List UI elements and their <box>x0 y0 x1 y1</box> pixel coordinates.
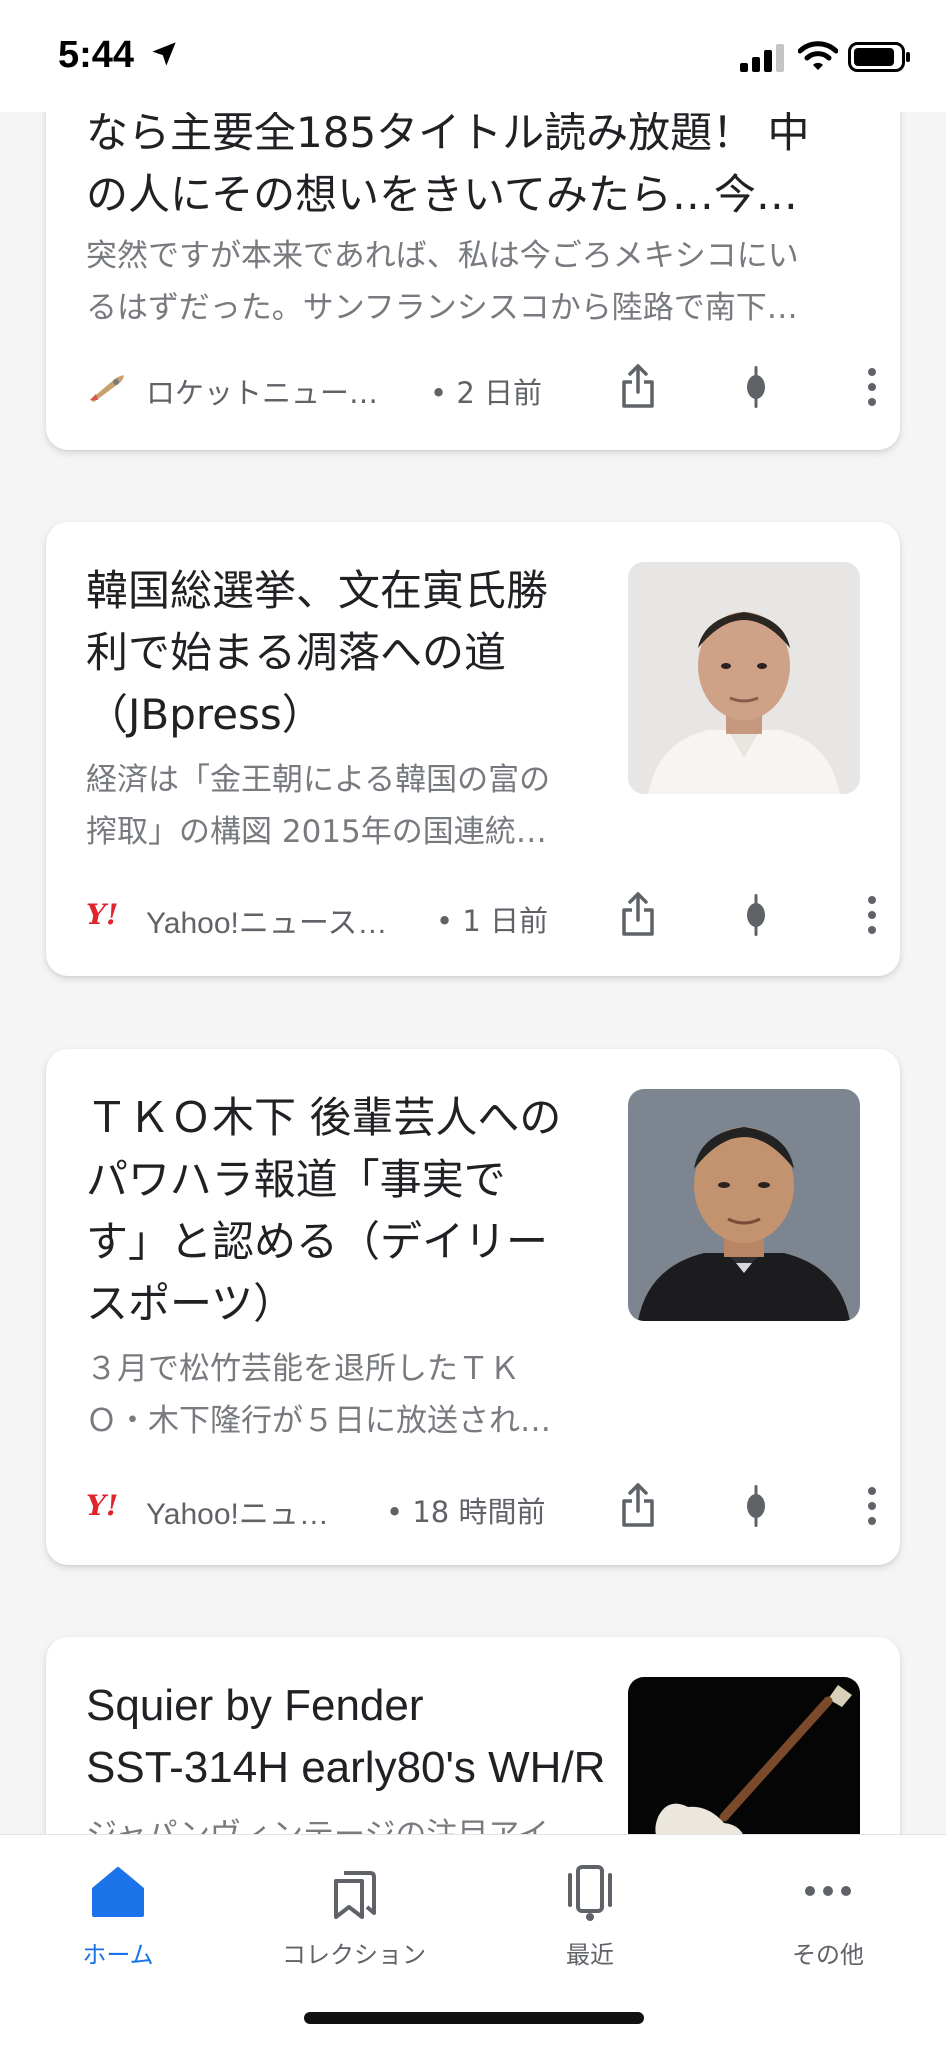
article-title-line: ＴＫＯ木下 後輩芸人への <box>86 1093 562 1142</box>
nav-collections-label: コレクション <box>282 1941 426 1969</box>
article-title-line: SST-314H early80's WH/R <box>86 1743 606 1792</box>
article-snippet-line: るはずだった。サンフランシスコから陸路で南下… <box>86 290 798 326</box>
article-snippet: 突然ですが本来であれば、私は今ごろメキシコにい るはずだった。サンフランシスコか… <box>86 230 799 334</box>
article-title[interactable]: ＴＫＯ木下 後輩芸人への パワハラ報道「事実で す」と認める（デイリー スポーツ… <box>86 1087 561 1335</box>
article-meta-row: Y! Yahoo!ニュ… • 18 時間前 <box>86 1483 876 1533</box>
article-title[interactable]: Squier by Fender SST-314H early80's WH/R <box>86 1675 605 1799</box>
article-thumbnail[interactable] <box>628 1089 860 1321</box>
svg-text:Y!: Y! <box>86 898 118 930</box>
location-arrow-icon <box>152 42 176 66</box>
article-snippet: ３月で松竹芸能を退所したＴＫ Ｏ・木下隆行が５日に放送され… <box>86 1343 551 1447</box>
nav-home[interactable]: ホーム <box>28 1861 208 1970</box>
article-card[interactable]: ＴＫＯ木下 後輩芸人への パワハラ報道「事実で す」と認める（デイリー スポーツ… <box>46 1049 900 1565</box>
listen-icon[interactable] <box>742 892 770 938</box>
article-snippet-line: Ｏ・木下隆行が５日に放送され… <box>86 1403 551 1439</box>
recent-devices-icon <box>568 1865 612 1921</box>
article-title-line: （JBpress） <box>86 690 324 739</box>
article-thumbnail[interactable] <box>628 562 860 794</box>
man-portrait-image <box>628 1089 860 1321</box>
article-title-line: 韓国総選挙、文在寅氏勝 <box>86 566 549 615</box>
article-time: • 18 時間前 <box>386 1495 546 1529</box>
nav-recent[interactable]: 最近 <box>500 1861 680 1970</box>
listen-icon[interactable] <box>742 1483 770 1529</box>
home-indicator[interactable] <box>304 2012 644 2024</box>
share-icon[interactable] <box>620 890 656 938</box>
article-title-line: Squier by Fender <box>86 1681 424 1730</box>
bookmarks-icon <box>334 1871 376 1919</box>
more-options-icon[interactable] <box>866 366 878 408</box>
share-icon[interactable] <box>620 1481 656 1529</box>
article-title-line: パワハラ報道「事実で <box>86 1155 506 1204</box>
article-source[interactable]: ロケットニュー… <box>146 370 378 412</box>
article-title-line: 利で始まる凋落への道 <box>86 628 507 677</box>
article-title-line: す」と認める（デイリー <box>86 1217 549 1266</box>
article-snippet-line: ３月で松竹芸能を退所したＴＫ <box>86 1351 520 1387</box>
article-source[interactable]: Yahoo!ニュ… <box>146 1489 329 1533</box>
article-snippet-line: 経済は「金王朝による韓国の富の <box>86 762 551 798</box>
cellular-signal-icon <box>740 44 784 72</box>
nav-recent-label: 最近 <box>566 1941 614 1969</box>
yahoo-logo-icon: Y! <box>86 898 118 930</box>
article-meta-row: ロケットニュー… • 2 日前 <box>86 364 876 414</box>
share-icon[interactable] <box>620 362 656 410</box>
article-source[interactable]: Yahoo!ニュース… <box>146 898 387 942</box>
article-card[interactable]: 韓国総選挙、文在寅氏勝 利で始まる凋落への道 （JBpress） 経済は「金王朝… <box>46 522 900 976</box>
svg-text:Y!: Y! <box>86 1489 118 1521</box>
wifi-icon <box>798 41 838 70</box>
more-options-icon[interactable] <box>866 894 878 936</box>
article-meta-row: Y! Yahoo!ニュース… • 1 日前 <box>86 892 876 942</box>
status-bar: 5:44 <box>0 0 946 112</box>
nav-more[interactable]: その他 <box>738 1861 918 1970</box>
listen-icon[interactable] <box>742 364 770 410</box>
rocket-news-logo-icon <box>90 375 124 402</box>
article-time: • 2 日前 <box>430 376 542 410</box>
article-snippet-line: 搾取」の構図 2015年の国連統… <box>86 814 547 850</box>
article-title[interactable]: 韓国総選挙、文在寅氏勝 利で始まる凋落への道 （JBpress） <box>86 560 548 746</box>
nav-collections[interactable]: コレクション <box>264 1861 444 1970</box>
article-snippet: 経済は「金王朝による韓国の富の 搾取」の構図 2015年の国連統… <box>86 754 550 858</box>
article-snippet-line: 突然ですが本来であれば、私は今ごろメキシコにい <box>86 238 799 274</box>
nav-home-label: ホーム <box>82 1941 154 1969</box>
article-title-line: スポーツ） <box>86 1279 296 1328</box>
home-icon <box>92 1867 144 1917</box>
article-time: • 1 日前 <box>436 904 548 938</box>
more-horizontal-icon <box>805 1886 851 1896</box>
article-title[interactable]: なら主要全185タイトル読み放題！ 中 の人にその想いをきいてみたら…今… <box>86 102 810 226</box>
man-portrait-image <box>628 562 860 794</box>
more-options-icon[interactable] <box>866 1485 878 1527</box>
status-time: 5:44 <box>58 34 135 76</box>
nav-more-label: その他 <box>792 1941 864 1969</box>
battery-icon <box>848 42 910 72</box>
article-title-line: の人にその想いをきいてみたら…今… <box>86 170 798 219</box>
article-card[interactable]: なら主要全185タイトル読み放題！ 中 の人にその想いをきいてみたら…今… 突然… <box>46 60 900 450</box>
yahoo-logo-icon: Y! <box>86 1489 118 1521</box>
